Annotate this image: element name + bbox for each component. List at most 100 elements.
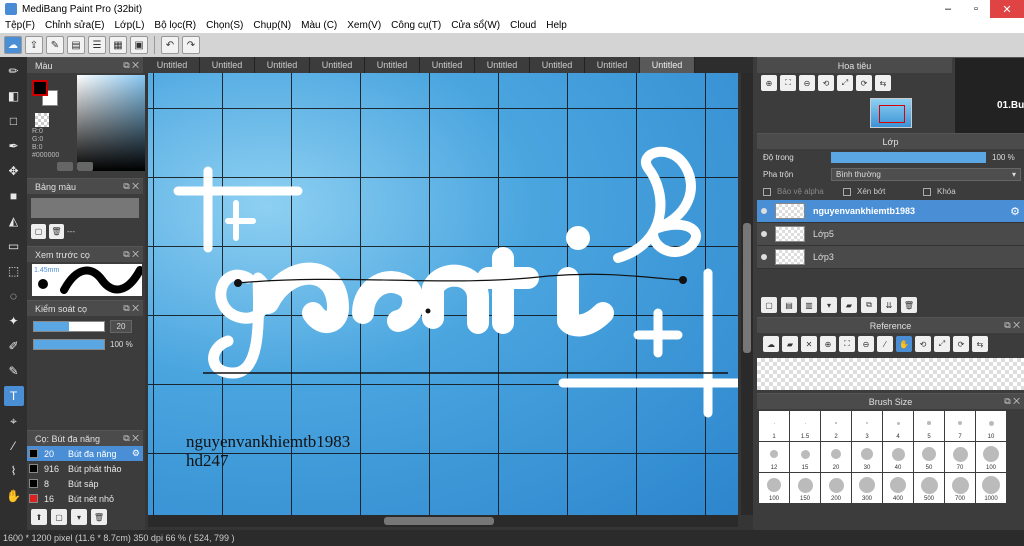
menu-layer[interactable]: Lớp(L) [110, 20, 150, 31]
vertical-scrollbar[interactable] [741, 73, 753, 515]
brush-size-cell[interactable]: 10 [976, 411, 1006, 441]
zoom-out-icon[interactable]: ⊖ [858, 336, 874, 352]
brush-size-cell[interactable]: 100 [976, 442, 1006, 472]
redo-icon[interactable]: ↷ [182, 36, 200, 54]
new-layer-8bit-icon[interactable]: ▤ [781, 297, 797, 313]
zoom-in-icon[interactable]: ⊕ [761, 75, 777, 91]
zoom-fit-icon[interactable]: ⛶ [780, 75, 796, 91]
document-tab[interactable]: Untitled [475, 57, 530, 73]
cloud-download-icon[interactable]: ☁ [763, 336, 779, 352]
fullscreen-icon[interactable]: ⤢ [934, 336, 950, 352]
gradient-tool-icon[interactable]: ▭ [4, 236, 24, 256]
brush-size-cell[interactable]: 1 [759, 411, 789, 441]
transparent-color-swatch[interactable] [35, 113, 49, 127]
document-tab[interactable]: Untitled [585, 57, 640, 73]
layer-row[interactable]: Lớp5 [757, 223, 1024, 246]
brush-item[interactable]: 8 Bút sáp [27, 476, 143, 491]
drawing-canvas[interactable]: nguyenvankhiemtb1983 hd247 [148, 73, 738, 515]
brush-size-cell[interactable]: 200 [821, 473, 851, 503]
dropper-tool-icon[interactable]: ⌇ [4, 461, 24, 481]
menu-help[interactable]: Help [541, 20, 572, 31]
delete-layer-icon[interactable]: 🗑 [901, 297, 917, 313]
page-icon[interactable]: ▣ [130, 36, 148, 54]
protect-alpha-checkbox[interactable] [763, 187, 771, 196]
layer-row[interactable]: nguyenvankhiemtb1983 ⚙ [757, 200, 1024, 223]
zoom-in-icon[interactable]: ⊕ [820, 336, 836, 352]
panel-menu-icon[interactable]: ⧉ ✕ [123, 60, 139, 71]
add-brush-icon[interactable]: ⬆ [31, 509, 47, 525]
panel-menu-icon[interactable]: ⧉ ✕ [1004, 320, 1020, 331]
brush-size-cell[interactable]: 40 [883, 442, 913, 472]
menu-select[interactable]: Chọn(S) [201, 20, 248, 31]
color-picker-square[interactable] [77, 75, 149, 171]
brush-options-icon[interactable]: ▾ [71, 509, 87, 525]
hand-tool-icon[interactable]: ✋ [4, 486, 24, 506]
clipping-checkbox[interactable] [843, 187, 851, 196]
panel-menu-icon[interactable]: ⧉ ✕ [123, 181, 139, 192]
foreground-color-swatch[interactable] [32, 80, 48, 96]
brush-size-cell[interactable]: 12 [759, 442, 789, 472]
divide-tool-icon[interactable]: ⌖ [4, 411, 24, 431]
list-icon[interactable]: ☰ [88, 36, 106, 54]
close-icon[interactable]: ✕ [801, 336, 817, 352]
brush-size-cell[interactable]: 2 [821, 411, 851, 441]
brush-size-cell[interactable]: 1.5 [790, 411, 820, 441]
panel-menu-icon[interactable]: ⧉ ✕ [123, 433, 139, 444]
brush-size-cell[interactable]: 1000 [976, 473, 1006, 503]
rotate-left-icon[interactable]: ⟲ [915, 336, 931, 352]
brush-size-value[interactable]: 20 [110, 320, 132, 333]
rotate-left-icon[interactable]: ⟲ [818, 75, 834, 91]
eyedropper-icon[interactable]: ⁄ [877, 336, 893, 352]
share-icon[interactable]: ⇪ [25, 36, 43, 54]
select-eraser-tool-icon[interactable]: ✎ [4, 361, 24, 381]
menu-color[interactable]: Màu (C) [296, 20, 342, 31]
brush-size-slider[interactable] [33, 321, 105, 332]
bucket-tool-icon[interactable]: ◭ [4, 211, 24, 231]
brush-size-cell[interactable]: 100 [759, 473, 789, 503]
scroll-thumb[interactable] [384, 517, 494, 525]
visibility-icon[interactable] [761, 208, 767, 214]
rotate-right-icon[interactable]: ⟳ [856, 75, 872, 91]
hand-icon[interactable]: ✋ [896, 336, 912, 352]
brush-size-cell[interactable]: 50 [914, 442, 944, 472]
palette-area[interactable] [31, 198, 139, 218]
add-layer-menu-icon[interactable]: ▾ [821, 297, 837, 313]
brush-size-cell[interactable]: 5 [914, 411, 944, 441]
document-tab-active[interactable]: Untitled [640, 57, 695, 73]
move-tool-icon[interactable]: ✥ [4, 161, 24, 181]
document-tab[interactable]: Untitled [200, 57, 255, 73]
brush-item[interactable]: 16 Bút nét nhỏ [27, 491, 143, 506]
flip-icon[interactable]: ⇆ [875, 75, 891, 91]
document-tab[interactable]: Untitled [365, 57, 420, 73]
brush-size-cell[interactable]: 70 [945, 442, 975, 472]
brush-size-cell[interactable]: 150 [790, 473, 820, 503]
zoom-fit-icon[interactable]: ⛶ [839, 336, 855, 352]
maximize-button[interactable]: ▫ [962, 0, 990, 18]
select-tool-icon[interactable]: ⬚ [4, 261, 24, 281]
zoom-out-icon[interactable]: ⊖ [799, 75, 815, 91]
fill-rect-tool-icon[interactable]: ■ [4, 186, 24, 206]
reference-canvas[interactable] [757, 358, 1024, 390]
menu-window[interactable]: Cửa sổ(W) [446, 20, 505, 31]
brush-size-cell[interactable]: 15 [790, 442, 820, 472]
scroll-thumb[interactable] [743, 223, 751, 353]
select-pen-tool-icon[interactable]: ✐ [4, 336, 24, 356]
add-color-button[interactable] [57, 162, 73, 171]
pen-tool-icon[interactable]: ✒ [4, 136, 24, 156]
brush-item[interactable]: 916 Bút phát thảo [27, 461, 143, 476]
new-layer-1bit-icon[interactable]: ▥ [801, 297, 817, 313]
document-tab[interactable]: Untitled [145, 57, 200, 73]
brush-size-cell[interactable]: 3 [852, 411, 882, 441]
cloud-icon[interactable]: ☁ [4, 36, 22, 54]
horizontal-scrollbar[interactable] [148, 515, 738, 527]
document-tab[interactable]: Untitled [255, 57, 310, 73]
delete-palette-icon[interactable]: 🗑 [49, 224, 64, 239]
visibility-icon[interactable] [761, 254, 767, 260]
menu-file[interactable]: Tệp(F) [0, 20, 40, 31]
new-palette-icon[interactable]: ▢ [31, 224, 46, 239]
brush-size-cell[interactable]: 400 [883, 473, 913, 503]
merge-layer-icon[interactable]: ⇊ [881, 297, 897, 313]
visibility-icon[interactable] [761, 231, 767, 237]
minimize-button[interactable]: – [934, 0, 962, 18]
blend-mode-select[interactable]: Bình thường ▾ [831, 168, 1021, 181]
